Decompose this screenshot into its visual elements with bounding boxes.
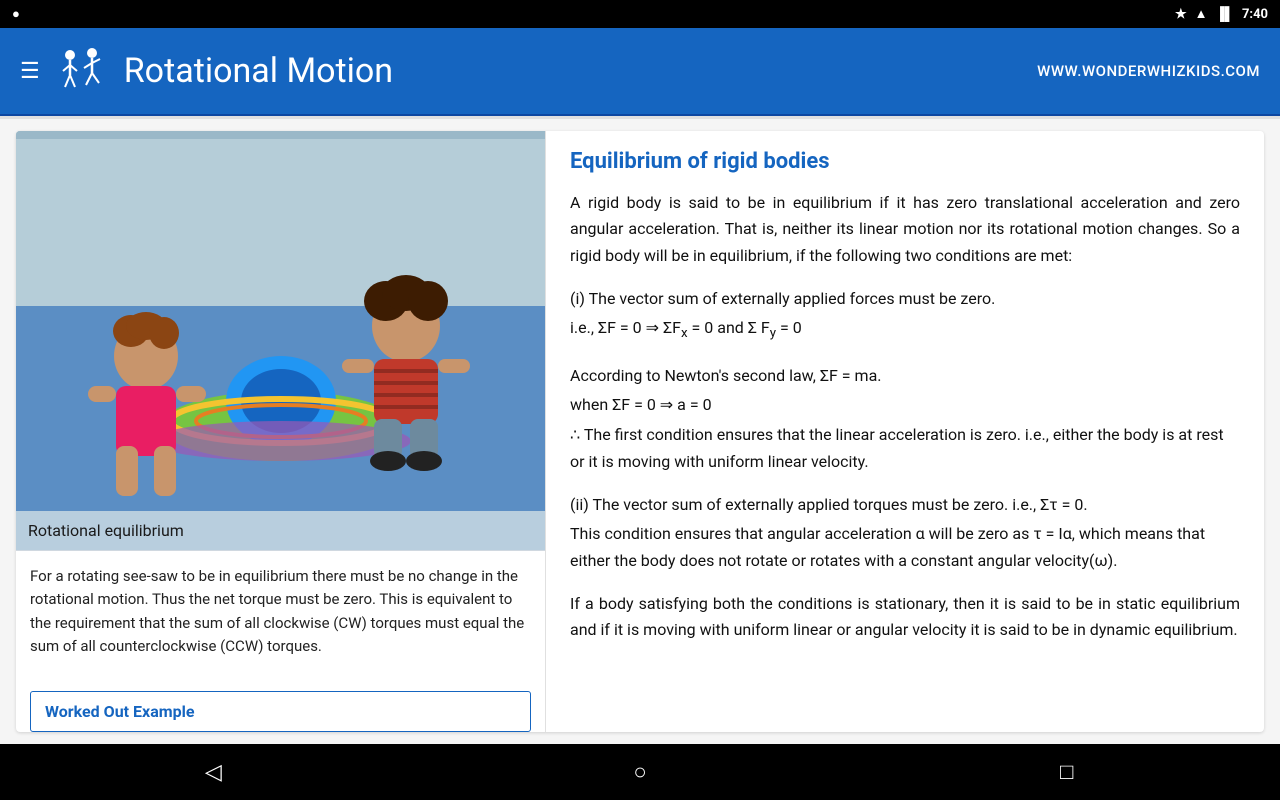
section-title: Equilibrium of rigid bodies xyxy=(570,149,1240,174)
battery-icon: ▐▌ xyxy=(1216,6,1234,22)
website-label: WWW.WONDERWHIZKIDS.COM xyxy=(1037,62,1260,80)
photo-scene xyxy=(16,131,545,511)
final-paragraph: If a body satisfying both the conditions… xyxy=(570,591,1240,644)
image-description: For a rotating see-saw to be in equilibr… xyxy=(16,551,545,681)
newton-block: According to Newton's second law, ΣF = m… xyxy=(570,362,1240,475)
condition1-block: (i) The vector sum of externally applied… xyxy=(570,285,1240,346)
intro-paragraph: A rigid body is said to be in equilibriu… xyxy=(570,190,1240,269)
app-logo xyxy=(56,45,108,97)
left-panel: Rotational equilibrium For a rotating se… xyxy=(16,131,546,732)
condition2-label: (ii) The vector sum of externally applie… xyxy=(570,491,1240,518)
right-panel: Equilibrium of rigid bodies A rigid body… xyxy=(546,131,1264,732)
back-button[interactable]: ◁ xyxy=(183,752,243,792)
time-display: 7:40 xyxy=(1242,7,1268,22)
notification-icon: ● xyxy=(12,6,20,22)
condition1-label: (i) The vector sum of externally applied… xyxy=(570,285,1240,312)
worked-example-box[interactable]: Worked Out Example xyxy=(30,691,531,732)
content-card: Rotational equilibrium For a rotating se… xyxy=(16,131,1264,732)
status-bar: ● ★ ▲ ▐▌ 7:40 xyxy=(0,0,1280,28)
worked-example-title: Worked Out Example xyxy=(45,702,194,721)
status-bar-left: ● xyxy=(12,6,20,22)
scene-svg xyxy=(16,131,545,511)
wifi-icon: ▲ xyxy=(1195,6,1208,22)
image-container xyxy=(16,131,545,511)
app-bar-left: ☰ Rotational Motion xyxy=(20,45,393,97)
image-caption: Rotational equilibrium xyxy=(16,511,545,551)
recent-apps-button[interactable]: □ xyxy=(1037,752,1097,792)
condition2-detail: This condition ensures that angular acce… xyxy=(570,520,1240,574)
bottom-nav: ◁ ○ □ xyxy=(0,744,1280,800)
app-bar: ☰ Rotational Motion WWW.WONDERWHIZKIDS.C… xyxy=(0,28,1280,116)
main-content: Rotational equilibrium For a rotating se… xyxy=(0,119,1280,744)
newton-math: when ΣF = 0 ⇒ a = 0 xyxy=(570,391,1240,418)
status-bar-right: ★ ▲ ▐▌ 7:40 xyxy=(1175,6,1268,22)
newton-conclusion: ∴ The first condition ensures that the l… xyxy=(570,421,1240,475)
hamburger-menu-icon[interactable]: ☰ xyxy=(20,59,40,84)
condition1-math: i.e., ΣF = 0 ⇒ ΣFx = 0 and Σ Fy = 0 xyxy=(570,314,1240,346)
newton-label: According to Newton's second law, ΣF = m… xyxy=(570,362,1240,389)
star-icon: ★ xyxy=(1175,7,1187,22)
home-button[interactable]: ○ xyxy=(610,752,670,792)
condition2-block: (ii) The vector sum of externally applie… xyxy=(570,491,1240,575)
app-title: Rotational Motion xyxy=(124,51,393,91)
